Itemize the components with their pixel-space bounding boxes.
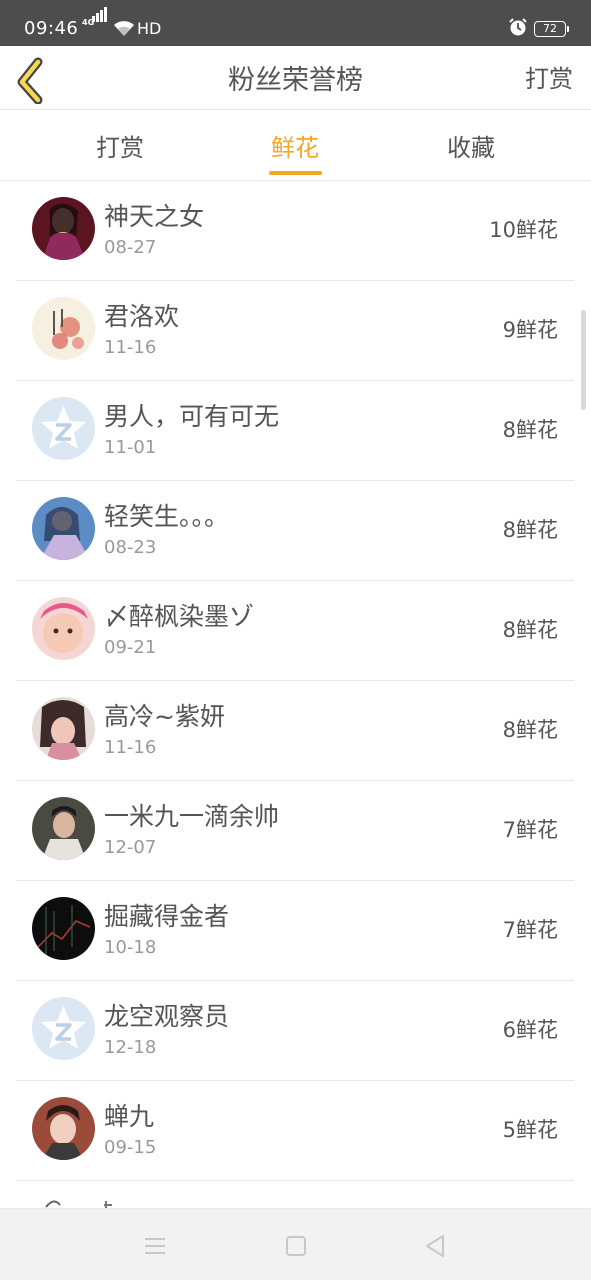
fan-name: 神天之女 <box>104 202 205 231</box>
fan-date: 12-18 <box>104 1037 157 1058</box>
tab-flowers[interactable]: 鲜花 <box>235 128 355 163</box>
fan-name: 龙空观察员 <box>104 1002 230 1031</box>
avatar <box>32 197 95 260</box>
flower-count: 5鲜花 <box>502 1118 558 1142</box>
flower-count: 9鲜花 <box>502 318 558 342</box>
list-item[interactable]: 轻笑生。。。 08-23 8鲜花 <box>16 481 574 581</box>
list-item[interactable]: 君洛欢 11-16 9鲜花 <box>16 281 574 381</box>
avatar <box>32 297 95 360</box>
list-item[interactable]: 男人，可有可无 11-01 8鲜花 <box>16 381 574 481</box>
top-navbar: 粉丝荣誉榜 打赏 <box>0 46 591 110</box>
flower-count: 6鲜花 <box>502 1018 558 1042</box>
back-triangle-icon[interactable] <box>421 1231 451 1261</box>
system-nav-bar <box>0 1208 591 1280</box>
wifi-icon <box>112 19 136 41</box>
list-item[interactable]: 掘藏得金者 10-18 7鲜花 <box>16 881 574 981</box>
avatar <box>32 897 95 960</box>
flower-count: 10鲜花 <box>489 218 558 242</box>
flower-count: 7鲜花 <box>502 918 558 942</box>
fan-date: 10-18 <box>104 937 157 958</box>
flower-count: 8鲜花 <box>502 518 558 542</box>
flower-count: 8鲜花 <box>502 418 558 442</box>
fan-name: 一米九一滴余帅 <box>104 802 280 831</box>
tab-bar: 打赏 鲜花 收藏 <box>0 111 591 181</box>
fan-name: 男人，可有可无 <box>104 402 280 431</box>
menu-icon[interactable] <box>140 1231 170 1261</box>
fan-date: 11-01 <box>104 437 157 458</box>
fan-name: 蝉九 <box>104 1102 155 1131</box>
avatar <box>32 497 95 560</box>
list-item[interactable]: 蝉九 09-15 5鲜花 <box>16 1081 574 1181</box>
list-item[interactable]: 〆醉枫染墨ゾ 09-21 8鲜花 <box>16 581 574 681</box>
partial-row-fragment <box>45 1200 112 1208</box>
tab-favorites[interactable]: 收藏 <box>411 128 531 163</box>
battery-icon: 72 <box>534 21 569 37</box>
scrollbar[interactable] <box>581 310 586 410</box>
fan-date: 11-16 <box>104 737 157 758</box>
alarm-icon <box>508 17 528 41</box>
status-bar: 09:46 4G HD 72 <box>0 0 591 46</box>
fan-name: 高冷~紫妍 <box>104 702 225 731</box>
fan-date: 09-21 <box>104 637 157 658</box>
active-tab-indicator <box>269 171 322 175</box>
avatar <box>32 797 95 860</box>
fan-name: 轻笑生。。。 <box>104 502 230 531</box>
avatar <box>32 697 95 760</box>
default-avatar-icon <box>32 397 95 460</box>
reward-button[interactable]: 打赏 <box>525 59 573 94</box>
list-item[interactable]: 神天之女 08-27 10鲜花 <box>16 181 574 281</box>
home-icon[interactable] <box>281 1231 311 1261</box>
avatar <box>32 1097 95 1160</box>
avatar <box>32 597 95 660</box>
flower-count: 7鲜花 <box>502 818 558 842</box>
fan-date: 08-27 <box>104 237 157 258</box>
tab-reward[interactable]: 打赏 <box>60 128 180 163</box>
flower-count: 8鲜花 <box>502 718 558 742</box>
list-item[interactable]: 一米九一滴余帅 12-07 7鲜花 <box>16 781 574 881</box>
status-time: 09:46 <box>24 18 79 39</box>
fan-date: 11-16 <box>104 337 157 358</box>
list-item[interactable]: 龙空观察员 12-18 6鲜花 <box>16 981 574 1081</box>
fan-name: 掘藏得金者 <box>104 902 230 931</box>
list-item[interactable]: 高冷~紫妍 11-16 8鲜花 <box>16 681 574 781</box>
default-avatar-icon <box>32 997 95 1060</box>
fan-name: 〆醉枫染墨ゾ <box>104 602 255 631</box>
flower-count: 8鲜花 <box>502 618 558 642</box>
fan-date: 12-07 <box>104 837 157 858</box>
hd-indicator: HD <box>137 19 162 38</box>
page-title: 粉丝荣誉榜 <box>228 65 363 96</box>
fan-date: 08-23 <box>104 537 157 558</box>
fan-name: 君洛欢 <box>104 302 180 331</box>
fan-date: 09-15 <box>104 1137 157 1158</box>
signal-icon: 4G <box>82 7 107 38</box>
list-item-partial[interactable] <box>16 1181 574 1208</box>
fan-ranking-list[interactable]: 神天之女 08-27 10鲜花 君洛欢 11-16 9鲜花 男人，可有可无 11… <box>0 181 591 1208</box>
